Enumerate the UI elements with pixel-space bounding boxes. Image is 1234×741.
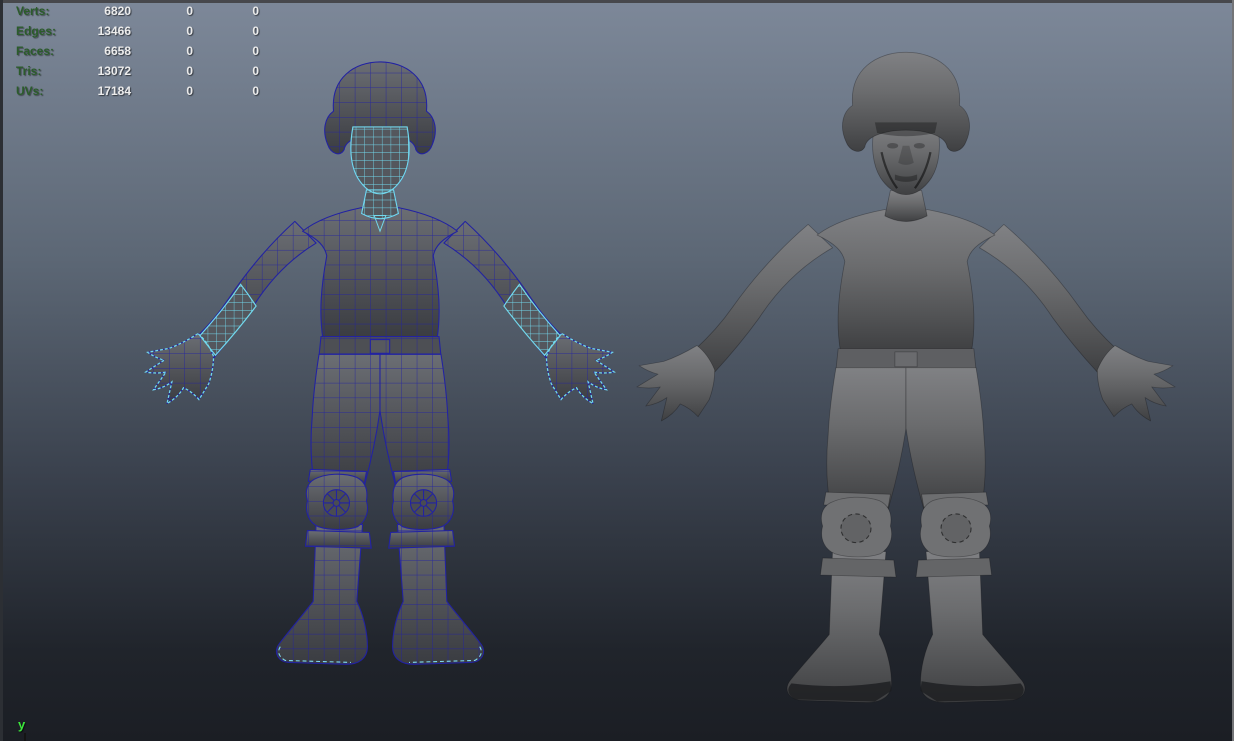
hud-value: 0 <box>193 1 259 21</box>
model-soldier-wireframe[interactable] <box>138 58 622 688</box>
hud-label: Edges: <box>16 21 74 41</box>
knee-pad-wheels <box>323 490 436 517</box>
viewport-border-left <box>0 0 3 741</box>
hud-label: Verts: <box>16 1 74 21</box>
y-axis-line <box>24 733 26 741</box>
hud-value: 6820 <box>74 1 131 21</box>
hud-row-edges: Edges: 13466 0 0 <box>16 21 259 41</box>
hud-row-verts: Verts: 6820 0 0 <box>16 1 259 21</box>
hud-value: 13072 <box>74 61 131 81</box>
model-soldier-shaded[interactable] <box>628 48 1184 728</box>
hud-value: 0 <box>131 1 193 21</box>
hud-value: 0 <box>131 21 193 41</box>
hud-value: 0 <box>193 21 259 41</box>
view-axis-gizmo: y <box>18 716 25 734</box>
viewport-3d[interactable]: Verts: 6820 0 0 Edges: 13466 0 0 Faces: … <box>0 0 1234 741</box>
hud-value: 13466 <box>74 21 131 41</box>
hud-label: UVs: <box>16 81 74 101</box>
knee-pad-discs <box>841 514 971 543</box>
hud-label: Tris: <box>16 61 74 81</box>
hud-label: Faces: <box>16 41 74 61</box>
hud-value: 17184 <box>74 81 131 101</box>
hud-value: 6658 <box>74 41 131 61</box>
y-axis-label: y <box>18 717 25 732</box>
